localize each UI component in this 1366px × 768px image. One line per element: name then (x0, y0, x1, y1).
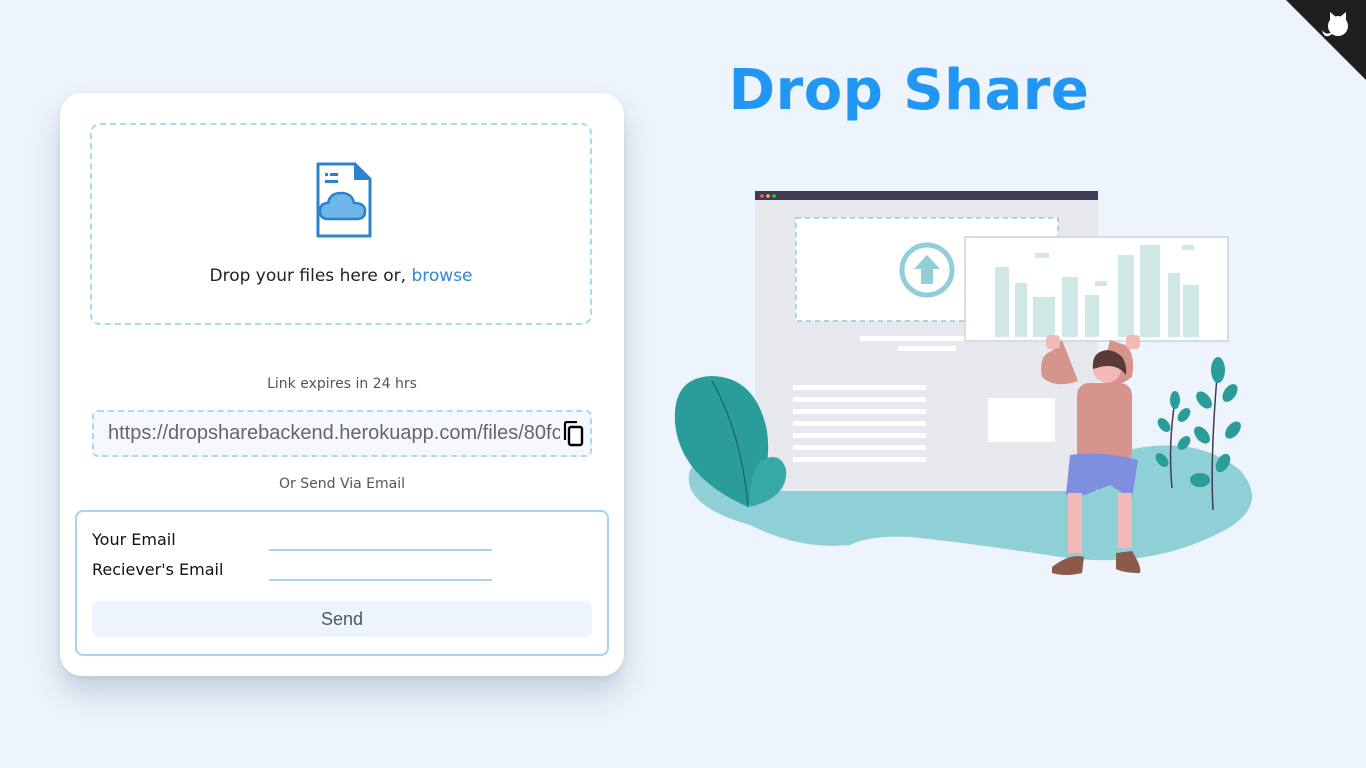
share-link-container (92, 410, 592, 457)
receiver-email-input[interactable] (269, 557, 492, 581)
email-option-text: Or Send Via Email (279, 476, 405, 492)
upload-card: Drop your files here or, browse Link exp… (60, 93, 624, 676)
file-cloud-icon (316, 162, 372, 238)
github-corner-link[interactable] (1286, 0, 1366, 80)
drop-instructions: Drop your files here or, browse (92, 266, 590, 286)
share-link-input[interactable] (108, 412, 560, 455)
link-expiry-text: Link expires in 24 hrs (267, 376, 417, 392)
drop-instructions-text: Drop your files here or, (209, 266, 412, 286)
file-drop-zone[interactable]: Drop your files here or, browse (90, 123, 592, 325)
sender-email-input[interactable] (269, 527, 492, 551)
copy-icon[interactable] (562, 421, 584, 447)
receiver-email-label: Reciever's Email (92, 560, 224, 579)
upload-illustration (674, 191, 1252, 575)
email-form: Your Email Reciever's Email Send (75, 510, 609, 656)
app-title: Drop Share (728, 58, 1090, 123)
sender-email-label: Your Email (92, 530, 176, 549)
browse-link[interactable]: browse (411, 266, 472, 286)
send-button[interactable]: Send (92, 601, 592, 637)
